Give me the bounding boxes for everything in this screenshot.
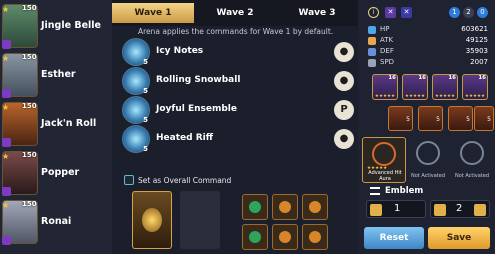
- empty-slot-icon: [460, 141, 484, 165]
- gear-slot[interactable]: 5: [448, 106, 473, 131]
- menu-icon[interactable]: [370, 187, 380, 195]
- empty-slot-icon: [416, 141, 440, 165]
- star-icon: ★: [2, 152, 10, 161]
- fire-note-icon: 5: [122, 125, 150, 153]
- priority-p-icon[interactable]: P: [334, 100, 354, 120]
- hero-name: Ronai: [41, 216, 72, 227]
- equipment-slot[interactable]: 16 ★★★★★: [372, 74, 398, 100]
- gear-slot[interactable]: 5: [474, 106, 494, 131]
- reset-button[interactable]: Reset: [364, 227, 424, 249]
- person-icon[interactable]: ●: [334, 71, 354, 91]
- stat-def: DEF 35903: [366, 47, 488, 57]
- emblem-value: 2: [456, 203, 463, 214]
- command-row[interactable]: 5 Joyful Ensemble P: [120, 96, 354, 124]
- class-icon: [2, 138, 11, 147]
- stat-hp: HP 603621: [366, 25, 488, 35]
- rune-slot[interactable]: [242, 194, 268, 220]
- artifact-label: Not Activated: [410, 173, 445, 179]
- hero-name: Esther: [41, 69, 76, 80]
- star-icon: ★: [2, 103, 10, 112]
- info-text: Arena applies the commands for Wave 1 by…: [138, 27, 334, 36]
- class-icon: [2, 187, 11, 196]
- command-name: Joyful Ensemble: [156, 104, 237, 114]
- artifact-slot-empty[interactable]: Not Activated: [407, 137, 449, 183]
- aura-icon: [372, 142, 396, 166]
- def-icon: [368, 48, 376, 56]
- artifact-advanced-hit-aura[interactable]: ★★★★★ Advanced Hit Aura: [362, 137, 406, 183]
- hero-level: 150: [22, 53, 37, 61]
- tab-wave-1[interactable]: Wave 1: [112, 3, 194, 23]
- cross-icon[interactable]: ✕: [385, 7, 396, 18]
- tab-wave-2[interactable]: Wave 2: [194, 3, 276, 23]
- rune-slot[interactable]: [272, 194, 298, 220]
- star-icon: ★: [2, 54, 10, 63]
- class-icon: [2, 89, 11, 98]
- equipment-slot[interactable]: 16 ★★★★★: [432, 74, 458, 100]
- emblem-counter[interactable]: 2: [430, 200, 490, 218]
- stat-atk: ATK 49125: [366, 36, 488, 46]
- spd-icon: [368, 59, 376, 67]
- command-row[interactable]: 5 Icy Notes ●: [120, 38, 354, 66]
- count-badge: 0: [477, 7, 488, 18]
- count-badge: 2: [463, 7, 474, 18]
- rune-slot[interactable]: [302, 194, 328, 220]
- stat-spd: SPD 2007: [366, 58, 488, 68]
- emblem-icon: [474, 204, 486, 216]
- artifact-frame: [180, 191, 220, 249]
- class-icon: [2, 236, 11, 245]
- cross-icon[interactable]: ✕: [401, 7, 412, 18]
- emblem-icon: [434, 204, 446, 216]
- class-icon: [2, 40, 11, 49]
- command-row[interactable]: 5 Heated Riff ●: [120, 125, 354, 153]
- command-name: Heated Riff: [156, 133, 213, 143]
- hero-jingle-belle[interactable]: ★ 150 Jingle Belle: [0, 4, 110, 50]
- hero-name: Popper: [41, 167, 80, 178]
- info-icon[interactable]: i: [368, 7, 379, 18]
- emblem-icon: [370, 204, 382, 216]
- command-name: Rolling Snowball: [156, 75, 241, 85]
- music-icon: 5: [122, 96, 150, 124]
- save-button[interactable]: Save: [428, 227, 490, 249]
- rune-slot[interactable]: [302, 224, 328, 250]
- hero-level: 150: [22, 4, 37, 12]
- aura-card[interactable]: [132, 191, 172, 249]
- artifact-label: Advanced Hit Aura: [368, 170, 402, 182]
- gear-slot[interactable]: 5: [418, 106, 443, 131]
- atk-icon: [368, 37, 376, 45]
- hero-esther[interactable]: ★ 150 Esther: [0, 53, 110, 99]
- snowball-icon: 5: [122, 67, 150, 95]
- hero-jackn-roll[interactable]: ★ 150 Jack'n Roll: [0, 102, 110, 148]
- hero-ronai[interactable]: ★ 150 Ronai: [0, 200, 110, 246]
- command-name: Icy Notes: [156, 46, 204, 56]
- hero-name: Jack'n Roll: [41, 118, 97, 129]
- hero-level: 150: [22, 200, 37, 208]
- hp-icon: [368, 26, 376, 34]
- count-badge: 1: [449, 7, 460, 18]
- emblem-title: Emblem: [385, 186, 424, 196]
- overall-checkbox[interactable]: [124, 175, 134, 185]
- tab-wave-3[interactable]: Wave 3: [276, 3, 358, 23]
- emblem-counter[interactable]: 1: [366, 200, 426, 218]
- hero-popper[interactable]: ★ 150 Popper: [0, 151, 110, 197]
- emblem-value: 1: [394, 203, 401, 214]
- command-row[interactable]: 5 Rolling Snowball ●: [120, 67, 354, 95]
- equipment-slot[interactable]: 16 ★★★★★: [462, 74, 488, 100]
- person-icon[interactable]: ●: [334, 42, 354, 62]
- person-icon[interactable]: ●: [334, 129, 354, 149]
- equipment-slot[interactable]: 16 ★★★★★: [402, 74, 428, 100]
- snowflake-icon: 5: [122, 38, 150, 66]
- star-icon: ★: [2, 201, 10, 210]
- overall-label: Set as Overall Command: [138, 176, 232, 185]
- star-icon: ★: [2, 5, 10, 14]
- artifact-slot-empty[interactable]: Not Activated: [451, 137, 493, 183]
- hero-level: 150: [22, 151, 37, 159]
- rune-slot[interactable]: [272, 224, 298, 250]
- rune-slot[interactable]: [242, 224, 268, 250]
- artifact-label: Not Activated: [454, 173, 489, 179]
- hero-level: 150: [22, 102, 37, 110]
- hero-name: Jingle Belle: [41, 20, 102, 31]
- gear-slot[interactable]: 5: [388, 106, 413, 131]
